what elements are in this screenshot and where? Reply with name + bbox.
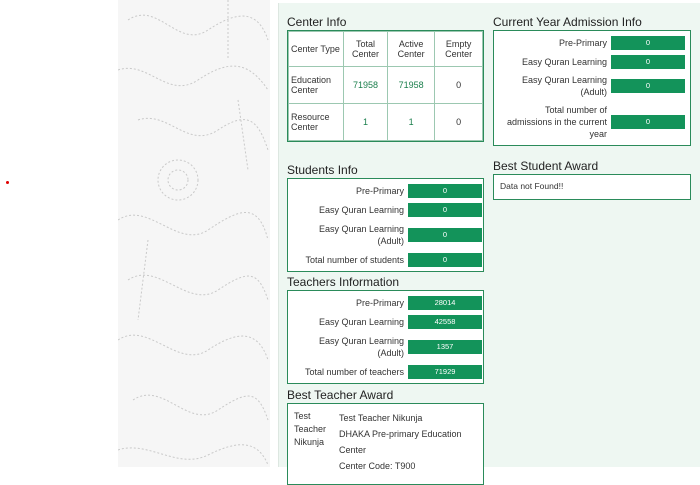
value-badge: 71929 (408, 364, 482, 379)
value-badge: 0 (408, 183, 482, 198)
value-badge: 0 (408, 252, 482, 267)
teachers-pre-primary: Pre-Primary 28014 (292, 293, 483, 312)
table-row: Education Center 71958 71958 0 (288, 66, 483, 104)
row-active: 1 (387, 103, 436, 141)
row-total: 1 (342, 103, 389, 141)
teachers-info-box: Pre-Primary 28014 Easy Quran Learning 42… (287, 290, 484, 384)
value-badge: 42558 (408, 314, 482, 329)
best-student-award-title: Best Student Award (493, 159, 599, 173)
left-column: Center Info Center Type Total Center Act… (287, 3, 484, 485)
admission-info-title: Current Year Admission Info (493, 15, 642, 29)
value-badge: 1357 (408, 339, 482, 354)
students-pre-primary: Pre-Primary 0 (292, 181, 483, 200)
center-info-box: Center Type Total Center Active Center E… (287, 30, 484, 142)
teacher-card: Test Teacher Nikunja Test Teacher Nikunj… (288, 404, 483, 480)
teachers-easy-quran: Easy Quran Learning 42558 (292, 312, 483, 331)
students-info-box: Pre-Primary 0 Easy Quran Learning 0 Easy… (287, 178, 484, 272)
label: Easy Quran Learning (Adult) (521, 75, 607, 97)
center-info-table: Center Type Total Center Active Center E… (288, 31, 483, 141)
label: Pre-Primary (355, 185, 404, 196)
label: Easy Quran Learning (Adult) (318, 335, 404, 358)
label: Total number of teachers (304, 366, 404, 377)
row-empty: 0 (434, 66, 483, 104)
admission-easy-quran-adult: Easy Quran Learning (Adult) 0 (498, 71, 690, 101)
decorative-pattern (118, 0, 270, 467)
row-type: Education Center (288, 66, 344, 104)
value-badge: 0 (611, 35, 685, 50)
best-teacher-award-title: Best Teacher Award (287, 388, 394, 402)
pattern-svg (118, 0, 269, 466)
teachers-info-title: Teachers Information (287, 275, 400, 289)
value-badge: 28014 (408, 295, 482, 310)
value-badge: 0 (408, 202, 482, 217)
row-active: 71958 (387, 66, 436, 104)
label: Easy Quran Learning (521, 56, 607, 67)
center-info-title: Center Info (287, 15, 347, 29)
students-easy-quran: Easy Quran Learning 0 (292, 200, 483, 219)
label: Easy Quran Learning (318, 316, 404, 327)
students-info-title: Students Info (287, 163, 358, 177)
students-total: Total number of students 0 (292, 250, 483, 269)
value-badge: 0 (611, 54, 685, 69)
best-teacher-award-box: Test Teacher Nikunja Test Teacher Nikunj… (287, 403, 484, 485)
admission-easy-quran: Easy Quran Learning 0 (498, 52, 690, 71)
teacher-center: DHAKA Pre-primary Education Center (339, 429, 462, 455)
students-easy-quran-adult: Easy Quran Learning (Adult) 0 (292, 219, 483, 250)
row-type: Resource Center (288, 103, 344, 141)
admission-info-box: Pre-Primary 0 Easy Quran Learning 0 Easy… (493, 30, 691, 146)
admission-pre-primary: Pre-Primary 0 (498, 33, 690, 52)
label: Total number of admissions in the curren… (506, 105, 607, 139)
label: Easy Quran Learning (Adult) (318, 223, 404, 246)
table-header-row: Center Type Total Center Active Center E… (288, 31, 483, 67)
row-empty: 0 (434, 103, 483, 141)
header-center-type: Center Type (288, 31, 344, 67)
teacher-name: Test Teacher Nikunja (339, 413, 423, 423)
label: Easy Quran Learning (318, 204, 404, 215)
best-student-award-box: Data not Found!! (493, 174, 691, 200)
header-active-center: Active Center (387, 31, 436, 67)
dashboard-panel: Center Info Center Type Total Center Act… (278, 3, 700, 485)
no-data-message: Data not Found!! (500, 181, 564, 191)
teachers-total: Total number of teachers 71929 (292, 362, 483, 381)
teachers-easy-quran-adult: Easy Quran Learning (Adult) 1357 (292, 331, 483, 362)
right-column: Current Year Admission Info Pre-Primary … (493, 3, 691, 200)
label: Pre-Primary (558, 37, 607, 48)
teacher-photo: Test Teacher Nikunja (294, 411, 327, 447)
row-total: 71958 (342, 66, 389, 104)
label: Pre-Primary (355, 297, 404, 308)
teacher-center-code: Center Code: T900 (339, 461, 416, 471)
value-badge: 0 (611, 115, 685, 129)
value-badge: 0 (611, 79, 685, 93)
header-empty-center: Empty Center (434, 31, 483, 67)
red-dot (6, 181, 9, 184)
table-row: Resource Center 1 1 0 (288, 103, 483, 141)
value-badge: 0 (408, 227, 482, 242)
header-total-center: Total Center (342, 31, 389, 67)
label: Total number of students (305, 254, 404, 265)
teacher-info: Test Teacher Nikunja DHAKA Pre-primary E… (332, 410, 477, 474)
admission-total: Total number of admissions in the curren… (498, 101, 690, 143)
